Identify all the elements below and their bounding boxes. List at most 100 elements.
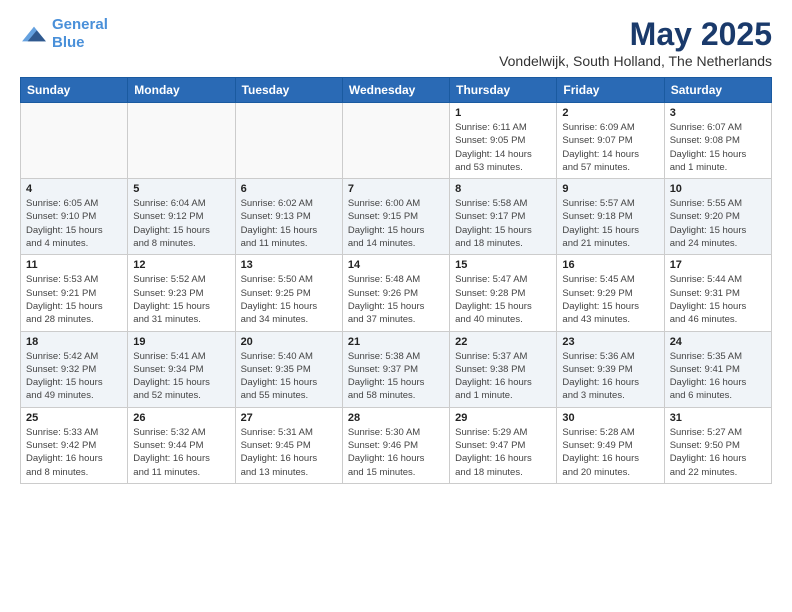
- day-info: Sunrise: 5:28 AM Sunset: 9:49 PM Dayligh…: [562, 426, 658, 479]
- day-info: Sunrise: 5:47 AM Sunset: 9:28 PM Dayligh…: [455, 273, 551, 326]
- table-row: 25Sunrise: 5:33 AM Sunset: 9:42 PM Dayli…: [21, 407, 128, 483]
- calendar-week-4: 18 Sunrise: 5:42 AM Sunset: 9:32 PM Dayli…: [21, 331, 772, 407]
- day-info: Sunrise: 5:44 AM Sunset: 9:31 PM Dayligh…: [670, 273, 766, 326]
- header-tuesday: Tuesday: [235, 78, 342, 103]
- day-info: Sunrise: 5:55 AM Sunset: 9:20 PM Dayligh…: [670, 197, 766, 250]
- location-title: Vondelwijk, South Holland, The Netherlan…: [499, 53, 772, 69]
- calendar-week-3: 11Sunrise: 5:53 AM Sunset: 9:21 PM Dayli…: [21, 255, 772, 331]
- table-row: 24Sunrise: 5:35 AM Sunset: 9:41 PM Dayli…: [664, 331, 771, 407]
- day-number: 9: [562, 183, 658, 195]
- header: General Blue May 2025 Vondelwijk, South …: [20, 16, 772, 69]
- day-info: Sunrise: 5:53 AM Sunset: 9:21 PM Dayligh…: [26, 273, 122, 326]
- calendar-week-1: 1 Sunrise: 6:11 AM Sunset: 9:05 PM Daylig…: [21, 103, 772, 179]
- header-thursday: Thursday: [450, 78, 557, 103]
- table-row: 1 Sunrise: 6:11 AM Sunset: 9:05 PM Daylig…: [450, 103, 557, 179]
- day-info: Sunrise: 5:45 AM Sunset: 9:29 PM Dayligh…: [562, 273, 658, 326]
- table-row: 29 Sunrise: 5:29 AM Sunset: 9:47 PM Dayli…: [450, 407, 557, 483]
- table-row: 27 Sunrise: 5:31 AM Sunset: 9:45 PM Dayli…: [235, 407, 342, 483]
- table-row: 6 Sunrise: 6:02 AM Sunset: 9:13 PM Daylig…: [235, 179, 342, 255]
- table-row: 7Sunrise: 6:00 AM Sunset: 9:15 PM Daylig…: [342, 179, 449, 255]
- day-info: Sunrise: 6:07 AM Sunset: 9:08 PM Dayligh…: [670, 121, 766, 174]
- table-row: 20 Sunrise: 5:40 AM Sunset: 9:35 PM Dayli…: [235, 331, 342, 407]
- day-number: 28: [348, 412, 444, 424]
- calendar-header-row: Sunday Monday Tuesday Wednesday Thursday…: [21, 78, 772, 103]
- table-row: 30 Sunrise: 5:28 AM Sunset: 9:49 PM Dayli…: [557, 407, 664, 483]
- day-info: Sunrise: 5:52 AM Sunset: 9:23 PM Dayligh…: [133, 273, 229, 326]
- day-number: 16: [562, 259, 658, 271]
- header-monday: Monday: [128, 78, 235, 103]
- day-number: 14: [348, 259, 444, 271]
- day-info: Sunrise: 5:32 AM Sunset: 9:44 PM Dayligh…: [133, 426, 229, 479]
- table-row: [21, 103, 128, 179]
- day-info: Sunrise: 5:33 AM Sunset: 9:42 PM Dayligh…: [26, 426, 122, 479]
- logo-general: General: [52, 16, 108, 33]
- table-row: 31Sunrise: 5:27 AM Sunset: 9:50 PM Dayli…: [664, 407, 771, 483]
- day-info: Sunrise: 6:11 AM Sunset: 9:05 PM Dayligh…: [455, 121, 551, 174]
- day-info: Sunrise: 6:05 AM Sunset: 9:10 PM Dayligh…: [26, 197, 122, 250]
- day-number: 21: [348, 336, 444, 348]
- day-number: 27: [241, 412, 337, 424]
- day-number: 3: [670, 107, 766, 119]
- calendar-week-5: 25Sunrise: 5:33 AM Sunset: 9:42 PM Dayli…: [21, 407, 772, 483]
- day-info: Sunrise: 5:38 AM Sunset: 9:37 PM Dayligh…: [348, 350, 444, 403]
- day-info: Sunrise: 5:36 AM Sunset: 9:39 PM Dayligh…: [562, 350, 658, 403]
- day-info: Sunrise: 5:29 AM Sunset: 9:47 PM Dayligh…: [455, 426, 551, 479]
- day-info: Sunrise: 5:42 AM Sunset: 9:32 PM Dayligh…: [26, 350, 122, 403]
- table-row: 17 Sunrise: 5:44 AM Sunset: 9:31 PM Dayli…: [664, 255, 771, 331]
- day-info: Sunrise: 5:30 AM Sunset: 9:46 PM Dayligh…: [348, 426, 444, 479]
- header-sunday: Sunday: [21, 78, 128, 103]
- day-number: 5: [133, 183, 229, 195]
- day-info: Sunrise: 5:48 AM Sunset: 9:26 PM Dayligh…: [348, 273, 444, 326]
- day-number: 12: [133, 259, 229, 271]
- day-info: Sunrise: 5:37 AM Sunset: 9:38 PM Dayligh…: [455, 350, 551, 403]
- table-row: 9 Sunrise: 5:57 AM Sunset: 9:18 PM Daylig…: [557, 179, 664, 255]
- table-row: 28 Sunrise: 5:30 AM Sunset: 9:46 PM Dayli…: [342, 407, 449, 483]
- day-number: 29: [455, 412, 551, 424]
- table-row: 26Sunrise: 5:32 AM Sunset: 9:44 PM Dayli…: [128, 407, 235, 483]
- table-row: 13Sunrise: 5:50 AM Sunset: 9:25 PM Dayli…: [235, 255, 342, 331]
- header-wednesday: Wednesday: [342, 78, 449, 103]
- table-row: 10 Sunrise: 5:55 AM Sunset: 9:20 PM Dayli…: [664, 179, 771, 255]
- day-number: 17: [670, 259, 766, 271]
- table-row: 23 Sunrise: 5:36 AM Sunset: 9:39 PM Dayli…: [557, 331, 664, 407]
- table-row: 4Sunrise: 6:05 AM Sunset: 9:10 PM Daylig…: [21, 179, 128, 255]
- day-number: 15: [455, 259, 551, 271]
- day-info: Sunrise: 6:02 AM Sunset: 9:13 PM Dayligh…: [241, 197, 337, 250]
- day-info: Sunrise: 6:04 AM Sunset: 9:12 PM Dayligh…: [133, 197, 229, 250]
- logo-blue: Blue: [52, 34, 85, 51]
- table-row: 15 Sunrise: 5:47 AM Sunset: 9:28 PM Dayli…: [450, 255, 557, 331]
- day-number: 23: [562, 336, 658, 348]
- day-number: 1: [455, 107, 551, 119]
- header-friday: Friday: [557, 78, 664, 103]
- day-number: 24: [670, 336, 766, 348]
- day-info: Sunrise: 6:09 AM Sunset: 9:07 PM Dayligh…: [562, 121, 658, 174]
- title-block: May 2025 Vondelwijk, South Holland, The …: [499, 16, 772, 69]
- table-row: 11Sunrise: 5:53 AM Sunset: 9:21 PM Dayli…: [21, 255, 128, 331]
- day-info: Sunrise: 5:57 AM Sunset: 9:18 PM Dayligh…: [562, 197, 658, 250]
- table-row: 5 Sunrise: 6:04 AM Sunset: 9:12 PM Daylig…: [128, 179, 235, 255]
- day-info: Sunrise: 5:40 AM Sunset: 9:35 PM Dayligh…: [241, 350, 337, 403]
- logo: General Blue: [20, 16, 108, 52]
- day-number: 19: [133, 336, 229, 348]
- day-number: 10: [670, 183, 766, 195]
- day-info: Sunrise: 6:00 AM Sunset: 9:15 PM Dayligh…: [348, 197, 444, 250]
- day-number: 6: [241, 183, 337, 195]
- day-number: 30: [562, 412, 658, 424]
- logo-icon: [20, 23, 48, 45]
- day-info: Sunrise: 5:58 AM Sunset: 9:17 PM Dayligh…: [455, 197, 551, 250]
- day-info: Sunrise: 5:31 AM Sunset: 9:45 PM Dayligh…: [241, 426, 337, 479]
- day-info: Sunrise: 5:50 AM Sunset: 9:25 PM Dayligh…: [241, 273, 337, 326]
- day-number: 8: [455, 183, 551, 195]
- logo-text: General Blue: [52, 16, 108, 52]
- header-saturday: Saturday: [664, 78, 771, 103]
- day-number: 22: [455, 336, 551, 348]
- calendar-table: Sunday Monday Tuesday Wednesday Thursday…: [20, 77, 772, 484]
- day-number: 18: [26, 336, 122, 348]
- day-number: 20: [241, 336, 337, 348]
- table-row: 8 Sunrise: 5:58 AM Sunset: 9:17 PM Daylig…: [450, 179, 557, 255]
- table-row: [235, 103, 342, 179]
- table-row: [128, 103, 235, 179]
- day-info: Sunrise: 5:27 AM Sunset: 9:50 PM Dayligh…: [670, 426, 766, 479]
- table-row: 2Sunrise: 6:09 AM Sunset: 9:07 PM Daylig…: [557, 103, 664, 179]
- day-info: Sunrise: 5:41 AM Sunset: 9:34 PM Dayligh…: [133, 350, 229, 403]
